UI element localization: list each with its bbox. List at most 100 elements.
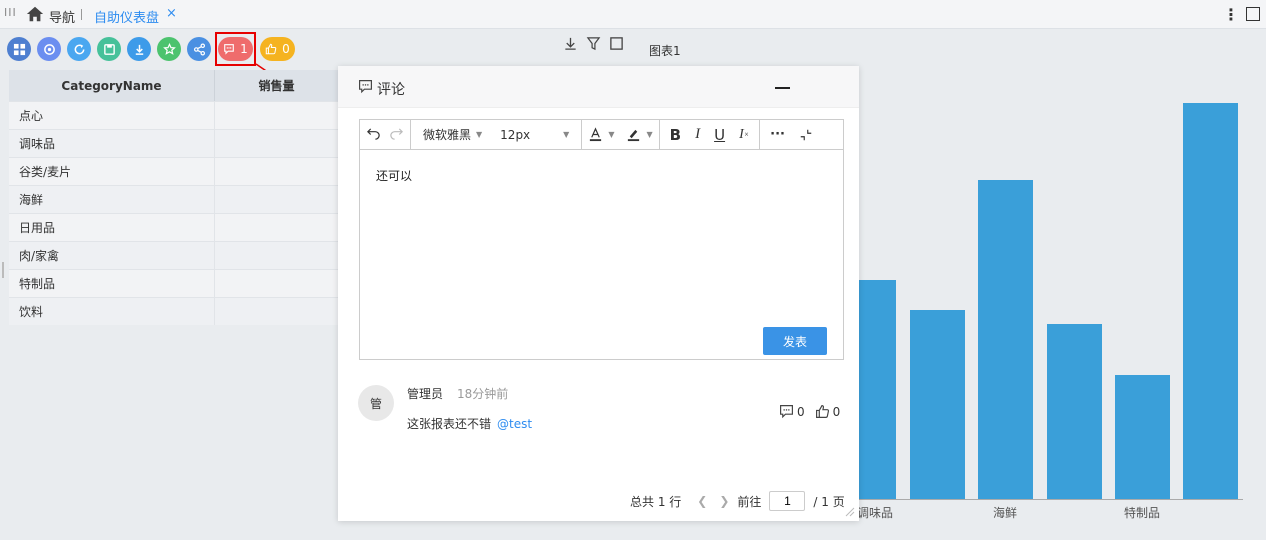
italic-icon[interactable]: I [695, 126, 700, 143]
comment-icon [359, 80, 372, 94]
reload-icon [74, 43, 84, 54]
font-family-select[interactable]: 微软雅黑 ▼ [423, 126, 482, 143]
goto-label: 前往 [737, 494, 762, 509]
table-cell [215, 298, 339, 325]
editor-content[interactable]: 还可以 [376, 167, 412, 184]
fullscreen-icon[interactable] [609, 36, 624, 51]
chart-tools [563, 36, 624, 51]
table-cell: 特制品 [9, 270, 215, 297]
rich-text-editor[interactable]: 微软雅黑 ▼ 12px ▼ ▼ ▼ B I U I × ··· 还可以 发表 [359, 119, 844, 360]
grid-icon [13, 43, 25, 55]
comment-text: 这张报表还不错 @test [407, 415, 532, 432]
chevron-down-icon: ▼ [476, 130, 483, 139]
table-row: 海鲜 [9, 185, 339, 213]
chart-title: 图表1 [649, 44, 681, 58]
more-menu-icon[interactable]: ⋮ [1223, 5, 1239, 24]
export-button[interactable] [127, 37, 151, 61]
font-color-icon [590, 127, 602, 142]
page-input[interactable] [769, 491, 806, 511]
download-icon [135, 44, 143, 55]
column-header[interactable]: 销售量 [215, 70, 339, 101]
drag-grip[interactable]: III [4, 6, 17, 19]
font-size-value: 12px [500, 127, 531, 142]
x-tick-label: 海鲜 [993, 506, 1018, 520]
prev-page-icon[interactable]: ❮ [697, 494, 707, 508]
underline-icon[interactable]: U [714, 126, 725, 144]
reply-button[interactable]: 0 [779, 404, 805, 419]
data-table: CategoryName 销售量 点心 调味品 谷类/麦片 海鲜 日用品 肉/家… [9, 70, 339, 325]
table-cell [215, 242, 339, 269]
table-cell [215, 270, 339, 297]
save-button[interactable] [97, 37, 121, 61]
comment-body: 这张报表还不错 [407, 417, 492, 431]
thumbs-up-icon [265, 43, 277, 55]
table-row: 饮料 [9, 297, 339, 325]
resize-corner-icon[interactable] [843, 505, 855, 517]
share-button[interactable] [187, 37, 211, 61]
x-axis [855, 499, 1243, 500]
table-cell [215, 158, 339, 185]
chart-bar[interactable] [1183, 103, 1238, 499]
editor-toolbar: 微软雅黑 ▼ 12px ▼ ▼ ▼ B I U I × ··· [360, 119, 843, 150]
table-row: 日用品 [9, 213, 339, 241]
download-icon[interactable] [563, 36, 578, 51]
pagination: 总共 1 行 ❮ ❯ 前往 / 1 页 [630, 491, 845, 511]
font-size-select[interactable]: 12px ▼ [500, 128, 569, 142]
more-icon[interactable]: ··· [770, 127, 785, 142]
chart-bar[interactable] [1047, 324, 1102, 499]
comment-time: 18分钟前 [457, 387, 509, 401]
column-header[interactable]: CategoryName [9, 70, 215, 101]
like-button[interactable]: 0 [260, 37, 295, 61]
x-tick-label: 调味品 [857, 506, 894, 520]
table-row: 特制品 [9, 269, 339, 297]
font-color-button[interactable]: ▼ [588, 127, 614, 142]
next-page-icon[interactable]: ❯ [719, 494, 729, 508]
nav-link[interactable]: 导航 [49, 7, 75, 26]
table-header: CategoryName 销售量 [9, 70, 339, 101]
x-tick-label: 特制品 [1124, 506, 1161, 520]
favorite-button[interactable] [157, 37, 181, 61]
highlight-color-button[interactable]: ▼ [626, 127, 653, 142]
collapse-icon[interactable] [799, 128, 813, 142]
clear-format-icon[interactable]: I × [739, 127, 749, 143]
refresh-button[interactable] [67, 37, 91, 61]
chart-bar[interactable] [1115, 375, 1170, 499]
table-cell: 点心 [9, 102, 215, 129]
undo-icon[interactable] [366, 127, 381, 142]
close-icon[interactable]: × [166, 6, 177, 21]
chevron-down-icon: ▼ [563, 130, 570, 139]
mention-link[interactable]: @test [497, 417, 532, 431]
like-button[interactable]: 0 [815, 404, 840, 419]
redo-icon[interactable] [389, 127, 404, 142]
chart-bar[interactable] [978, 180, 1033, 499]
save-icon [103, 43, 115, 55]
submit-button[interactable]: 发表 [763, 327, 827, 355]
like-count: 0 [282, 42, 290, 56]
grid-button[interactable] [7, 37, 31, 61]
home-icon[interactable] [26, 5, 44, 23]
filter-icon[interactable] [586, 36, 601, 51]
sync-button[interactable] [37, 37, 61, 61]
divider [81, 9, 82, 20]
table-cell: 日用品 [9, 214, 215, 241]
table-cell [215, 130, 339, 157]
minimize-icon[interactable] [775, 87, 790, 89]
table-cell [215, 102, 339, 129]
highlighter-icon [628, 129, 640, 142]
table-cell: 饮料 [9, 298, 215, 325]
pages-label: / 1 页 [813, 494, 845, 509]
resize-handle[interactable] [2, 262, 4, 278]
table-row: 谷类/麦片 [9, 157, 339, 185]
comment-author: 管理员 [407, 387, 444, 401]
table-cell [215, 186, 339, 213]
chart-bar[interactable] [910, 310, 965, 499]
maximize-icon[interactable] [1246, 7, 1260, 21]
bold-icon[interactable]: B [670, 126, 681, 144]
tab-dashboard[interactable]: 自助仪表盘 [94, 7, 159, 26]
total-count: 总共 1 行 [630, 494, 682, 509]
star-icon [162, 42, 176, 55]
comment-actions: 0 0 [779, 404, 840, 419]
table-cell: 海鲜 [9, 186, 215, 213]
refresh-circle-icon [43, 43, 55, 55]
table-cell: 谷类/麦片 [9, 158, 215, 185]
